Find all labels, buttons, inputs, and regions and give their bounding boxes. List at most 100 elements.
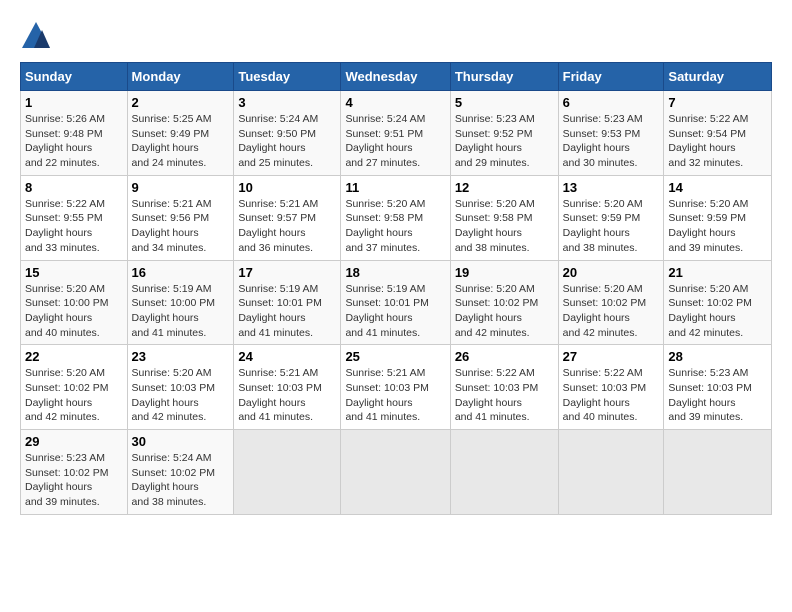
- day-info: Sunrise: 5:20 AM Sunset: 10:00 PM Daylig…: [25, 282, 123, 341]
- column-header-saturday: Saturday: [664, 63, 772, 91]
- day-number: 4: [345, 95, 445, 110]
- day-info: Sunrise: 5:20 AM Sunset: 10:02 PM Daylig…: [668, 282, 767, 341]
- day-number: 19: [455, 265, 554, 280]
- day-info: Sunrise: 5:21 AM Sunset: 9:57 PM Dayligh…: [238, 197, 336, 256]
- day-number: 29: [25, 434, 123, 449]
- calendar-cell: 11 Sunrise: 5:20 AM Sunset: 9:58 PM Dayl…: [341, 175, 450, 260]
- day-number: 2: [132, 95, 230, 110]
- day-number: 3: [238, 95, 336, 110]
- day-info: Sunrise: 5:21 AM Sunset: 9:56 PM Dayligh…: [132, 197, 230, 256]
- calendar-cell: 27 Sunrise: 5:22 AM Sunset: 10:03 PM Day…: [558, 345, 664, 430]
- day-number: 23: [132, 349, 230, 364]
- logo: [20, 20, 58, 52]
- calendar-cell: 19 Sunrise: 5:20 AM Sunset: 10:02 PM Day…: [450, 260, 558, 345]
- calendar-cell: 10 Sunrise: 5:21 AM Sunset: 9:57 PM Dayl…: [234, 175, 341, 260]
- day-info: Sunrise: 5:23 AM Sunset: 10:03 PM Daylig…: [668, 366, 767, 425]
- day-info: Sunrise: 5:26 AM Sunset: 9:48 PM Dayligh…: [25, 112, 123, 171]
- day-info: Sunrise: 5:20 AM Sunset: 10:02 PM Daylig…: [25, 366, 123, 425]
- calendar-cell: 4 Sunrise: 5:24 AM Sunset: 9:51 PM Dayli…: [341, 91, 450, 176]
- calendar-cell: 17 Sunrise: 5:19 AM Sunset: 10:01 PM Day…: [234, 260, 341, 345]
- day-number: 15: [25, 265, 123, 280]
- day-info: Sunrise: 5:20 AM Sunset: 9:58 PM Dayligh…: [345, 197, 445, 256]
- calendar-cell: 9 Sunrise: 5:21 AM Sunset: 9:56 PM Dayli…: [127, 175, 234, 260]
- day-number: 5: [455, 95, 554, 110]
- calendar-cell: 26 Sunrise: 5:22 AM Sunset: 10:03 PM Day…: [450, 345, 558, 430]
- day-number: 24: [238, 349, 336, 364]
- calendar-cell: 21 Sunrise: 5:20 AM Sunset: 10:02 PM Day…: [664, 260, 772, 345]
- day-number: 13: [563, 180, 660, 195]
- day-info: Sunrise: 5:23 AM Sunset: 9:52 PM Dayligh…: [455, 112, 554, 171]
- calendar-header: SundayMondayTuesdayWednesdayThursdayFrid…: [21, 63, 772, 91]
- logo-icon: [20, 20, 52, 52]
- page-header: [20, 20, 772, 52]
- day-info: Sunrise: 5:20 AM Sunset: 10:02 PM Daylig…: [563, 282, 660, 341]
- calendar-cell: [341, 430, 450, 515]
- calendar-cell: 23 Sunrise: 5:20 AM Sunset: 10:03 PM Day…: [127, 345, 234, 430]
- calendar-cell: 13 Sunrise: 5:20 AM Sunset: 9:59 PM Dayl…: [558, 175, 664, 260]
- calendar-body: 1 Sunrise: 5:26 AM Sunset: 9:48 PM Dayli…: [21, 91, 772, 515]
- calendar-cell: [558, 430, 664, 515]
- day-number: 7: [668, 95, 767, 110]
- day-info: Sunrise: 5:22 AM Sunset: 9:55 PM Dayligh…: [25, 197, 123, 256]
- calendar-cell: 2 Sunrise: 5:25 AM Sunset: 9:49 PM Dayli…: [127, 91, 234, 176]
- day-number: 16: [132, 265, 230, 280]
- day-info: Sunrise: 5:20 AM Sunset: 9:59 PM Dayligh…: [563, 197, 660, 256]
- day-number: 25: [345, 349, 445, 364]
- column-header-friday: Friday: [558, 63, 664, 91]
- day-info: Sunrise: 5:22 AM Sunset: 10:03 PM Daylig…: [563, 366, 660, 425]
- day-info: Sunrise: 5:22 AM Sunset: 10:03 PM Daylig…: [455, 366, 554, 425]
- day-number: 27: [563, 349, 660, 364]
- calendar-cell: 28 Sunrise: 5:23 AM Sunset: 10:03 PM Day…: [664, 345, 772, 430]
- day-info: Sunrise: 5:23 AM Sunset: 9:53 PM Dayligh…: [563, 112, 660, 171]
- day-number: 8: [25, 180, 123, 195]
- day-info: Sunrise: 5:24 AM Sunset: 10:02 PM Daylig…: [132, 451, 230, 510]
- calendar-cell: [450, 430, 558, 515]
- day-number: 12: [455, 180, 554, 195]
- day-info: Sunrise: 5:25 AM Sunset: 9:49 PM Dayligh…: [132, 112, 230, 171]
- day-number: 1: [25, 95, 123, 110]
- calendar-cell: 14 Sunrise: 5:20 AM Sunset: 9:59 PM Dayl…: [664, 175, 772, 260]
- calendar-cell: [664, 430, 772, 515]
- day-info: Sunrise: 5:21 AM Sunset: 10:03 PM Daylig…: [345, 366, 445, 425]
- day-info: Sunrise: 5:24 AM Sunset: 9:50 PM Dayligh…: [238, 112, 336, 171]
- day-number: 26: [455, 349, 554, 364]
- week-row-5: 29 Sunrise: 5:23 AM Sunset: 10:02 PM Day…: [21, 430, 772, 515]
- day-number: 28: [668, 349, 767, 364]
- day-number: 9: [132, 180, 230, 195]
- day-info: Sunrise: 5:19 AM Sunset: 10:01 PM Daylig…: [238, 282, 336, 341]
- day-number: 18: [345, 265, 445, 280]
- day-info: Sunrise: 5:19 AM Sunset: 10:00 PM Daylig…: [132, 282, 230, 341]
- header-row: SundayMondayTuesdayWednesdayThursdayFrid…: [21, 63, 772, 91]
- day-info: Sunrise: 5:21 AM Sunset: 10:03 PM Daylig…: [238, 366, 336, 425]
- day-info: Sunrise: 5:20 AM Sunset: 9:58 PM Dayligh…: [455, 197, 554, 256]
- calendar-cell: 18 Sunrise: 5:19 AM Sunset: 10:01 PM Day…: [341, 260, 450, 345]
- day-info: Sunrise: 5:23 AM Sunset: 10:02 PM Daylig…: [25, 451, 123, 510]
- day-number: 10: [238, 180, 336, 195]
- day-number: 30: [132, 434, 230, 449]
- column-header-tuesday: Tuesday: [234, 63, 341, 91]
- calendar-cell: 25 Sunrise: 5:21 AM Sunset: 10:03 PM Day…: [341, 345, 450, 430]
- week-row-2: 8 Sunrise: 5:22 AM Sunset: 9:55 PM Dayli…: [21, 175, 772, 260]
- calendar-cell: 29 Sunrise: 5:23 AM Sunset: 10:02 PM Day…: [21, 430, 128, 515]
- day-info: Sunrise: 5:20 AM Sunset: 10:02 PM Daylig…: [455, 282, 554, 341]
- day-number: 11: [345, 180, 445, 195]
- day-info: Sunrise: 5:22 AM Sunset: 9:54 PM Dayligh…: [668, 112, 767, 171]
- column-header-monday: Monday: [127, 63, 234, 91]
- calendar-table: SundayMondayTuesdayWednesdayThursdayFrid…: [20, 62, 772, 515]
- calendar-cell: 6 Sunrise: 5:23 AM Sunset: 9:53 PM Dayli…: [558, 91, 664, 176]
- calendar-cell: 3 Sunrise: 5:24 AM Sunset: 9:50 PM Dayli…: [234, 91, 341, 176]
- day-info: Sunrise: 5:24 AM Sunset: 9:51 PM Dayligh…: [345, 112, 445, 171]
- calendar-cell: 15 Sunrise: 5:20 AM Sunset: 10:00 PM Day…: [21, 260, 128, 345]
- calendar-cell: 30 Sunrise: 5:24 AM Sunset: 10:02 PM Day…: [127, 430, 234, 515]
- day-number: 6: [563, 95, 660, 110]
- week-row-3: 15 Sunrise: 5:20 AM Sunset: 10:00 PM Day…: [21, 260, 772, 345]
- calendar-cell: 20 Sunrise: 5:20 AM Sunset: 10:02 PM Day…: [558, 260, 664, 345]
- calendar-cell: 5 Sunrise: 5:23 AM Sunset: 9:52 PM Dayli…: [450, 91, 558, 176]
- column-header-wednesday: Wednesday: [341, 63, 450, 91]
- calendar-cell: 12 Sunrise: 5:20 AM Sunset: 9:58 PM Dayl…: [450, 175, 558, 260]
- column-header-thursday: Thursday: [450, 63, 558, 91]
- calendar-cell: 1 Sunrise: 5:26 AM Sunset: 9:48 PM Dayli…: [21, 91, 128, 176]
- calendar-cell: 8 Sunrise: 5:22 AM Sunset: 9:55 PM Dayli…: [21, 175, 128, 260]
- column-header-sunday: Sunday: [21, 63, 128, 91]
- calendar-cell: 16 Sunrise: 5:19 AM Sunset: 10:00 PM Day…: [127, 260, 234, 345]
